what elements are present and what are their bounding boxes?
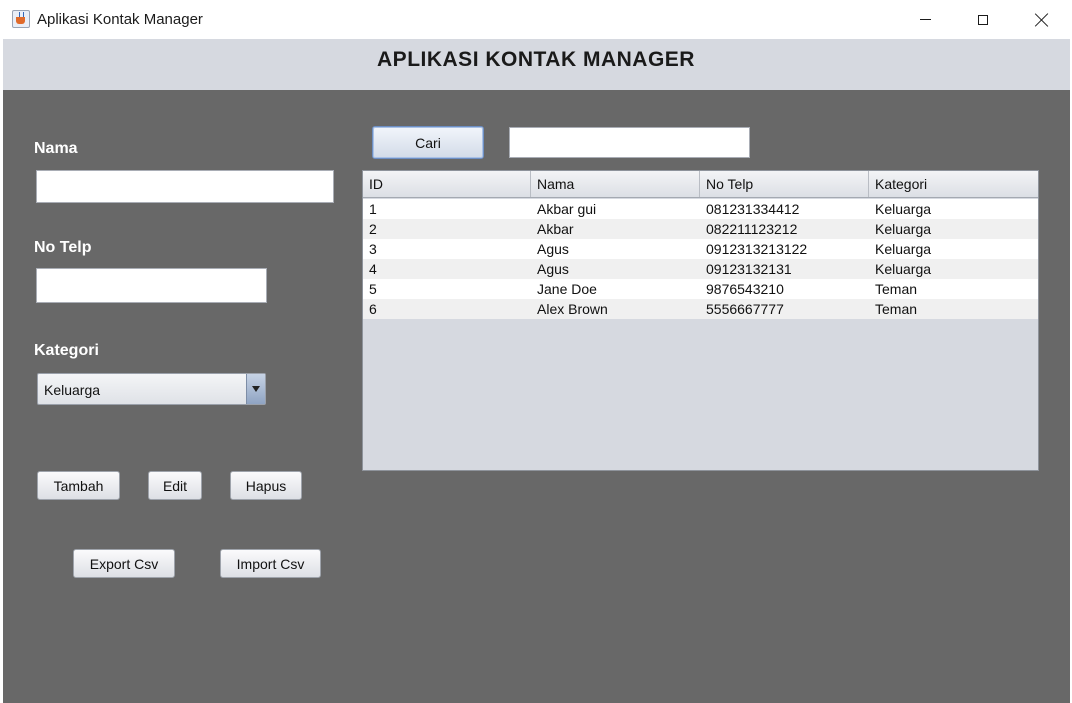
cell-kategori: Keluarga xyxy=(875,261,932,277)
maximize-button[interactable] xyxy=(960,0,1006,39)
cell-nama: Akbar xyxy=(537,221,574,237)
cell-no-telp: 081231334412 xyxy=(706,201,800,217)
close-icon xyxy=(1035,13,1049,27)
column-header-no-telp[interactable]: No Telp xyxy=(700,171,869,197)
minimize-button[interactable] xyxy=(902,0,948,39)
cell-id: 4 xyxy=(369,261,377,277)
cell-nama: Agus xyxy=(537,261,569,277)
app-header-title: APLIKASI KONTAK MANAGER xyxy=(377,48,695,71)
kategori-select[interactable]: Keluarga xyxy=(37,373,266,405)
cell-kategori: Keluarga xyxy=(875,241,932,257)
minimize-icon xyxy=(919,19,931,20)
table-header: ID Nama No Telp Kategori xyxy=(363,171,1038,198)
table-row[interactable]: 5 Jane Doe 9876543210 Teman xyxy=(363,279,1038,299)
cell-id: 2 xyxy=(369,221,377,237)
cell-id: 5 xyxy=(369,281,377,297)
search-input[interactable] xyxy=(509,127,750,158)
cari-button[interactable]: Cari xyxy=(372,126,484,159)
cell-kategori: Keluarga xyxy=(875,221,932,237)
nama-label: Nama xyxy=(34,140,78,157)
cell-id: 3 xyxy=(369,241,377,257)
cell-id: 1 xyxy=(369,201,377,217)
edit-button[interactable]: Edit xyxy=(148,471,202,500)
main-panel: Nama No Telp Kategori Keluarga Tambah Ed… xyxy=(3,90,1070,703)
cell-nama: Akbar gui xyxy=(537,201,597,217)
cell-no-telp: 5556667777 xyxy=(706,301,784,317)
app-header: APLIKASI KONTAK MANAGER xyxy=(3,39,1070,90)
table-row[interactable]: 6 Alex Brown 5556667777 Teman xyxy=(363,299,1038,319)
table-row[interactable]: 1 Akbar gui 081231334412 Keluarga xyxy=(363,199,1038,219)
nama-input[interactable] xyxy=(36,170,334,203)
cell-no-telp: 9876543210 xyxy=(706,281,784,297)
column-header-nama[interactable]: Nama xyxy=(531,171,700,197)
cell-kategori: Teman xyxy=(875,281,918,297)
window-title: Aplikasi Kontak Manager xyxy=(37,11,203,28)
export-csv-button[interactable]: Export Csv xyxy=(73,549,175,578)
kategori-selected-value: Keluarga xyxy=(44,382,101,398)
maximize-icon xyxy=(978,14,988,25)
import-csv-button[interactable]: Import Csv xyxy=(220,549,321,578)
cell-nama: Agus xyxy=(537,241,569,257)
column-header-id[interactable]: ID xyxy=(363,171,531,197)
contacts-table[interactable]: ID Nama No Telp Kategori 1 Akbar gui 081… xyxy=(362,170,1039,471)
hapus-button[interactable]: Hapus xyxy=(230,471,302,500)
app-window: Aplikasi Kontak Manager APLIKASI KONTAK … xyxy=(0,0,1072,703)
cell-kategori: Teman xyxy=(875,301,918,317)
cell-no-telp: 082211123212 xyxy=(706,221,798,237)
tambah-button[interactable]: Tambah xyxy=(37,471,120,500)
cell-nama: Jane Doe xyxy=(537,281,597,297)
close-button[interactable] xyxy=(1019,0,1065,39)
cell-nama: Alex Brown xyxy=(537,301,608,317)
title-bar[interactable]: Aplikasi Kontak Manager xyxy=(0,0,1072,39)
cell-id: 6 xyxy=(369,301,377,317)
no-telp-label: No Telp xyxy=(34,239,92,256)
no-telp-input[interactable] xyxy=(36,268,267,303)
table-row[interactable]: 3 Agus 0912313213122 Keluarga xyxy=(363,239,1038,259)
cell-no-telp: 0912313213122 xyxy=(706,241,808,257)
cell-kategori: Keluarga xyxy=(875,201,932,217)
column-header-kategori[interactable]: Kategori xyxy=(869,171,1038,197)
chevron-down-icon xyxy=(252,386,260,392)
kategori-label: Kategori xyxy=(34,342,99,359)
table-row[interactable]: 2 Akbar 082211123212 Keluarga xyxy=(363,219,1038,239)
java-app-icon xyxy=(12,10,30,28)
cell-no-telp: 09123132131 xyxy=(706,261,792,277)
table-row[interactable]: 4 Agus 09123132131 Keluarga xyxy=(363,259,1038,279)
dropdown-arrow-button[interactable] xyxy=(246,374,265,404)
